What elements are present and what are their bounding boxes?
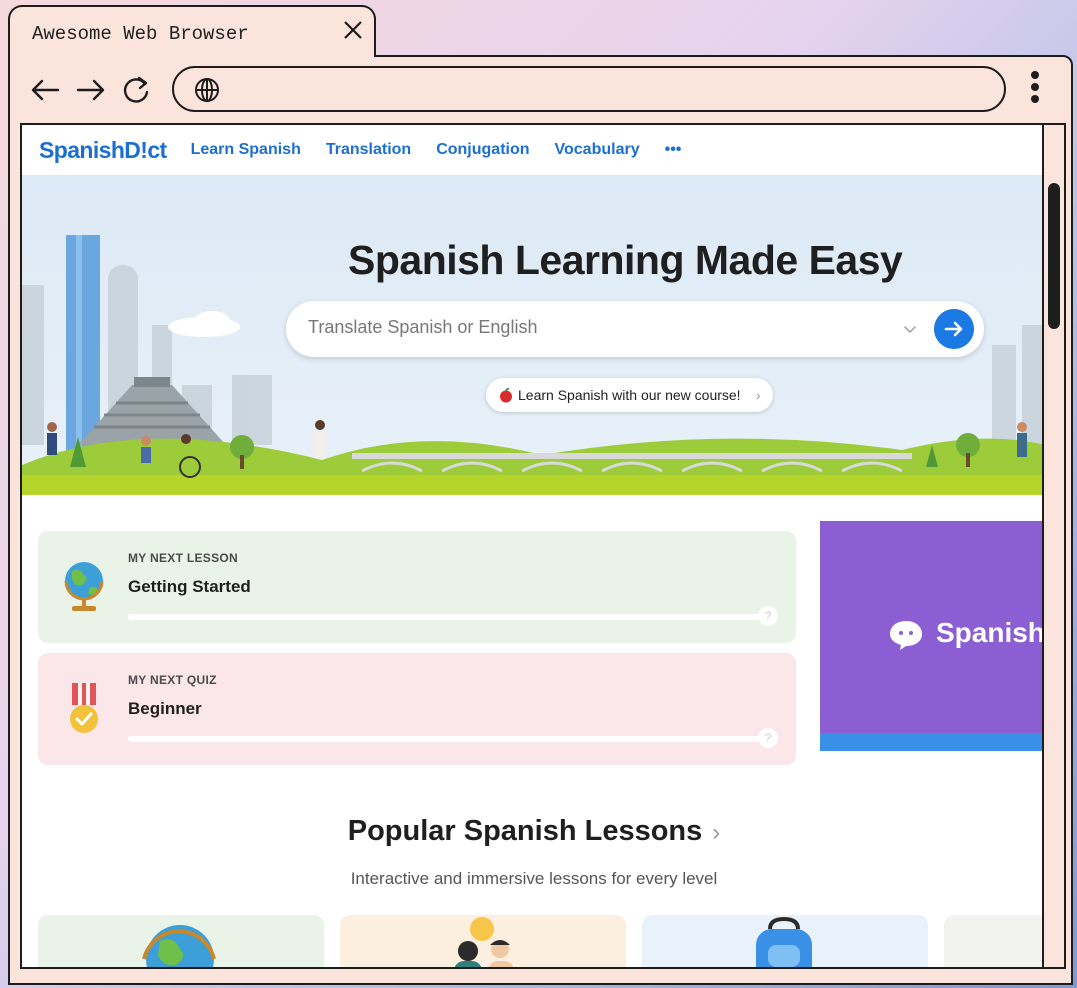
popular-lessons-heading[interactable]: Popular Spanish Lessons ›: [22, 815, 1042, 848]
promo-text: Learn Spanish with our new course!: [518, 387, 741, 403]
lesson-card-conversation[interactable]: [340, 915, 626, 967]
address-bar[interactable]: [172, 66, 1006, 112]
globe-icon: [64, 562, 104, 611]
reload-icon[interactable]: [120, 73, 154, 107]
lesson-progress-bar: [128, 614, 778, 620]
globe-icon: [142, 925, 216, 967]
promo-ad-banner[interactable]: Spanish: [820, 521, 1044, 751]
lesson-card-partial[interactable]: [944, 915, 1042, 967]
nav-conjugation[interactable]: Conjugation: [436, 141, 529, 159]
lesson-kicker: MY NEXT LESSON: [128, 551, 238, 565]
backpack-icon: [756, 916, 812, 967]
scrollbar[interactable]: [1044, 123, 1066, 969]
nav-vocabulary[interactable]: Vocabulary: [555, 141, 640, 159]
chevron-right-icon[interactable]: ›: [712, 819, 720, 846]
quiz-kicker: MY NEXT QUIZ: [128, 673, 217, 687]
site-logo[interactable]: SpanishD!ct: [39, 137, 167, 164]
forward-arrow-icon[interactable]: [74, 73, 108, 107]
chat-bubble-icon: [890, 621, 922, 650]
search-submit-button[interactable]: [934, 309, 974, 349]
site-nav: SpanishD!ct Learn Spanish Translation Co…: [22, 125, 1042, 175]
globe-icon: [195, 78, 219, 102]
trophy-icon: ?: [758, 728, 778, 748]
close-icon[interactable]: [340, 17, 366, 43]
quiz-progress-bar: [128, 736, 778, 742]
nav-more-button[interactable]: •••: [665, 141, 682, 159]
lesson-card-backpack[interactable]: [642, 915, 928, 967]
chevron-down-icon[interactable]: [902, 321, 918, 337]
lesson-card-globe[interactable]: [38, 915, 324, 967]
quiz-title: Beginner: [128, 699, 202, 718]
menu-kebab-icon[interactable]: [1024, 68, 1046, 112]
medal-icon: [70, 683, 98, 733]
nav-translation[interactable]: Translation: [326, 141, 411, 159]
trophy-icon: ?: [758, 606, 778, 626]
ad-text: Spanish: [936, 617, 1044, 648]
browser-tab[interactable]: Awesome Web Browser: [8, 5, 376, 57]
apple-icon: [500, 388, 512, 403]
translate-input[interactable]: [308, 317, 888, 338]
course-promo-link[interactable]: Learn Spanish with our new course! ›: [486, 378, 773, 412]
nav-learn-spanish[interactable]: Learn Spanish: [191, 141, 301, 159]
hero-banner: Spanish Learning Made Easy Learn Spanish…: [22, 175, 1042, 495]
section-title: Popular Spanish Lessons: [347, 815, 703, 847]
section-subtitle: Interactive and immersive lessons for ev…: [350, 869, 718, 888]
next-lesson-card[interactable]: MY NEXT LESSON Getting Started ?: [38, 531, 796, 643]
chevron-right-icon: ›: [755, 387, 761, 403]
back-arrow-icon[interactable]: [28, 73, 62, 107]
next-quiz-card[interactable]: MY NEXT QUIZ Beginner ?: [38, 653, 796, 765]
lesson-title: Getting Started: [128, 577, 251, 596]
translate-search-box: [286, 301, 984, 357]
people-chat-icon: [454, 917, 514, 967]
hero-title: Spanish Learning Made Easy: [348, 237, 903, 283]
scrollbar-thumb[interactable]: [1048, 183, 1060, 329]
tab-title: Awesome Web Browser: [32, 23, 249, 45]
page-viewport: SpanishD!ct Learn Spanish Translation Co…: [20, 123, 1044, 969]
